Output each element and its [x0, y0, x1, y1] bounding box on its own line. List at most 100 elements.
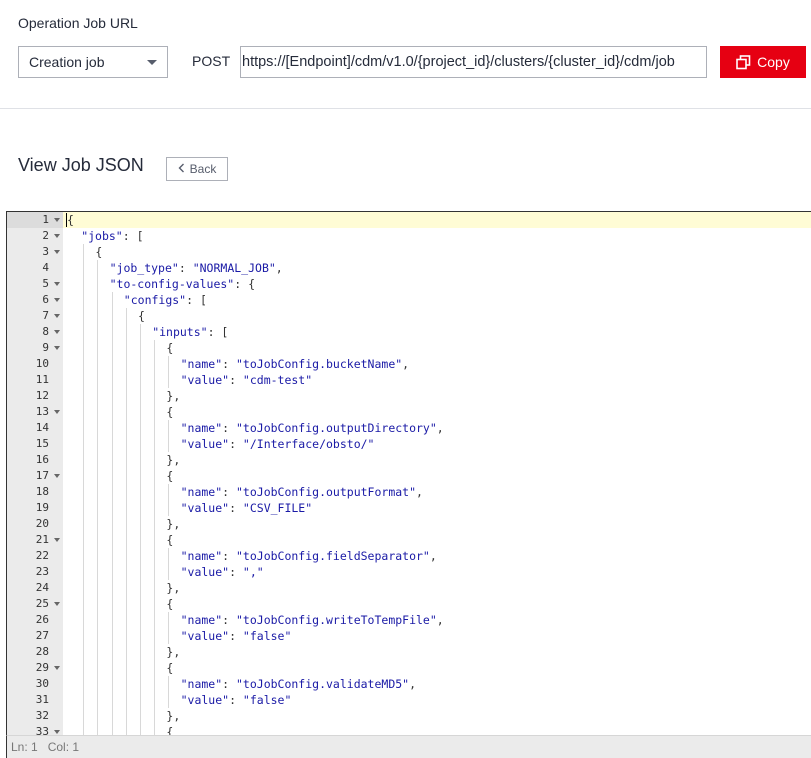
line-number: 22 — [35, 549, 49, 562]
json-string-value: "toJobConfig.outputFormat" — [236, 485, 417, 499]
fold-toggle-icon[interactable] — [54, 730, 60, 734]
copy-button[interactable]: Copy — [720, 46, 806, 78]
fold-toggle-icon[interactable] — [54, 314, 60, 318]
fold-toggle-icon[interactable] — [54, 218, 60, 222]
line-number: 14 — [35, 421, 49, 434]
fold-toggle-icon[interactable] — [54, 602, 60, 606]
indent-guide — [97, 500, 99, 516]
code-line: 12}, — [7, 388, 811, 404]
indent-guide — [154, 516, 156, 532]
line-number: 15 — [35, 437, 49, 450]
job-url-field[interactable] — [240, 46, 707, 78]
indent-guide — [125, 692, 127, 708]
indent-guide — [140, 580, 141, 596]
code-line: 13{ — [7, 404, 811, 420]
json-key: "value" — [180, 629, 230, 643]
code-text: { — [166, 596, 173, 612]
indent-guide — [125, 484, 127, 500]
json-punctuation: { — [67, 213, 74, 227]
fold-toggle-icon[interactable] — [54, 282, 60, 286]
code-text: "name": "toJobConfig.validateMD5", — [181, 676, 416, 692]
fold-toggle-icon[interactable] — [54, 234, 60, 238]
indent-guide — [111, 372, 113, 388]
code-line: 29{ — [7, 660, 811, 676]
json-string-value: "/Interface/obsto/" — [242, 437, 375, 451]
json-key: "to-config-values" — [109, 277, 235, 291]
json-punctuation: { — [166, 597, 174, 611]
code-text: "to-config-values": { — [110, 276, 255, 292]
indent-guide — [140, 692, 141, 708]
indent-guide — [97, 340, 99, 356]
indent-guide — [140, 516, 141, 532]
json-string-value: "toJobConfig.validateMD5" — [236, 677, 410, 691]
indent-guide — [154, 500, 156, 516]
fold-toggle-icon[interactable] — [54, 346, 60, 350]
fold-toggle-icon[interactable] — [54, 250, 60, 254]
code-text: "value": "," — [181, 564, 264, 580]
indent-guide — [97, 548, 99, 564]
indent-guide — [97, 692, 99, 708]
indent-guide — [168, 372, 170, 388]
line-number: 10 — [35, 357, 49, 370]
indent-guide — [111, 420, 113, 436]
json-punctuation: : — [229, 629, 243, 643]
indent-guide — [154, 548, 156, 564]
indent-guide — [83, 244, 85, 260]
code-text: }, — [166, 708, 180, 724]
job-type-select[interactable]: Creation job — [18, 46, 168, 78]
json-string-value: "toJobConfig.fieldSeparator" — [236, 549, 430, 563]
fold-toggle-icon[interactable] — [54, 538, 60, 542]
indent-guide — [111, 436, 113, 452]
indent-guide — [83, 468, 85, 484]
code-text: { — [138, 308, 145, 324]
line-number: 23 — [35, 565, 49, 578]
code-text: }, — [166, 644, 180, 660]
indent-guide — [111, 596, 113, 612]
code-text: "name": "toJobConfig.bucketName", — [181, 356, 410, 372]
indent-guide — [168, 612, 170, 628]
code-line: 11 "value": "cdm-test" — [7, 372, 811, 388]
indent-guide — [111, 452, 113, 468]
indent-guide — [97, 516, 99, 532]
indent-guide — [83, 308, 85, 324]
line-number: 4 — [42, 261, 49, 274]
indent-guide — [168, 436, 170, 452]
json-punctuation: , — [409, 677, 417, 691]
code-line: 27 "value": "false" — [7, 628, 811, 644]
indent-guide — [83, 676, 85, 692]
chevron-left-icon — [178, 162, 185, 176]
code-line: 26 "name": "toJobConfig.writeToTempFile", — [7, 612, 811, 628]
indent-guide — [154, 436, 156, 452]
code-line: 18 "name": "toJobConfig.outputFormat", — [7, 484, 811, 500]
copy-button-label: Copy — [757, 54, 790, 70]
indent-guide — [125, 420, 127, 436]
indent-guide — [97, 388, 99, 404]
indent-guide — [154, 420, 156, 436]
code-line: 30 "name": "toJobConfig.validateMD5", — [7, 676, 811, 692]
code-line: 2 "jobs": [ — [7, 228, 811, 244]
back-button[interactable]: Back — [166, 157, 228, 181]
indent-guide — [154, 340, 156, 356]
json-code-editor[interactable]: 1{2 "jobs": [3{4 "job_type": "NORMAL_JOB",… — [6, 211, 811, 758]
fold-toggle-icon[interactable] — [54, 474, 60, 478]
code-text: "value": "false" — [181, 628, 292, 644]
fold-toggle-icon[interactable] — [54, 298, 60, 302]
indent-guide — [111, 340, 113, 356]
indent-guide — [168, 564, 170, 580]
indent-guide — [154, 628, 156, 644]
fold-toggle-icon[interactable] — [54, 330, 60, 334]
line-number: 31 — [35, 693, 49, 706]
fold-toggle-icon[interactable] — [54, 410, 60, 414]
line-number: 16 — [35, 453, 49, 466]
json-string-value: "toJobConfig.writeToTempFile" — [236, 613, 437, 627]
indent-guide — [83, 564, 85, 580]
code-line: 8 "inputs": [ — [7, 324, 811, 340]
indent-guide — [125, 356, 127, 372]
indent-guide — [140, 500, 141, 516]
indent-guide — [154, 388, 156, 404]
line-number: 32 — [35, 709, 49, 722]
fold-toggle-icon[interactable] — [54, 666, 60, 670]
indent-guide — [140, 484, 141, 500]
json-punctuation: }, — [166, 709, 181, 723]
indent-guide — [97, 564, 99, 580]
